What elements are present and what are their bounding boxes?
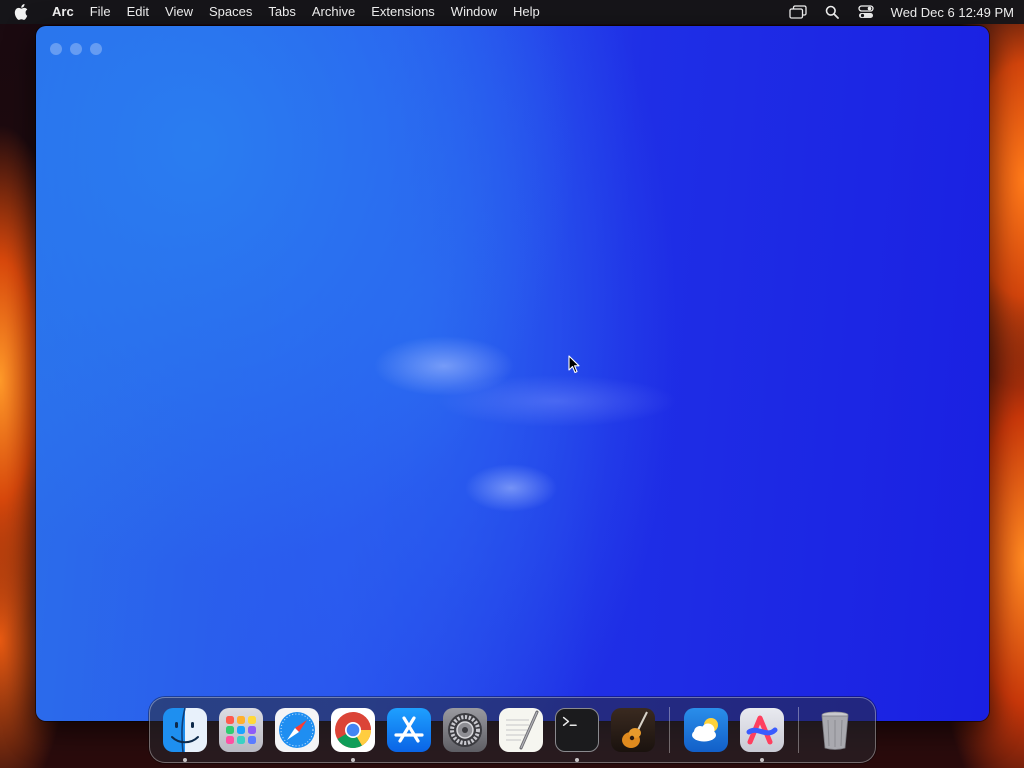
menu-bar: Arc File Edit View Spaces Tabs Archive E… <box>0 0 1024 24</box>
dock-item-weather[interactable] <box>678 697 734 763</box>
running-indicator <box>183 758 187 762</box>
menu-file[interactable]: File <box>82 0 119 24</box>
dock <box>149 697 876 763</box>
running-indicator <box>575 758 579 762</box>
mouse-cursor-icon <box>568 355 580 375</box>
menu-app-name[interactable]: Arc <box>40 0 82 24</box>
terminal-icon <box>555 708 599 752</box>
dock-item-system-settings[interactable] <box>437 697 493 763</box>
menu-help[interactable]: Help <box>505 0 548 24</box>
dock-item-terminal[interactable] <box>549 697 605 763</box>
running-indicator <box>760 758 764 762</box>
menu-archive[interactable]: Archive <box>304 0 363 24</box>
textedit-icon <box>499 708 543 752</box>
zoom-button[interactable] <box>90 43 102 55</box>
safari-icon <box>275 708 319 752</box>
dock-item-garageband[interactable] <box>605 697 661 763</box>
dock-item-safari[interactable] <box>269 697 325 763</box>
dock-item-chrome[interactable] <box>325 697 381 763</box>
menu-spaces[interactable]: Spaces <box>201 0 260 24</box>
dock-item-arc[interactable] <box>734 697 790 763</box>
menu-edit[interactable]: Edit <box>119 0 157 24</box>
garageband-icon <box>611 708 655 752</box>
menu-view[interactable]: View <box>157 0 201 24</box>
launchpad-icon <box>219 708 263 752</box>
finder-icon <box>163 708 207 752</box>
weather-icon <box>684 708 728 752</box>
arc-icon <box>740 708 784 752</box>
dock-item-trash[interactable] <box>807 697 863 763</box>
spotlight-search-icon[interactable] <box>817 0 847 24</box>
chrome-icon <box>331 708 375 752</box>
app-store-icon <box>387 708 431 752</box>
dock-item-textedit[interactable] <box>493 697 549 763</box>
system-settings-icon <box>443 708 487 752</box>
dock-item-finder[interactable] <box>157 697 213 763</box>
screen-mirroring-icon[interactable] <box>783 0 813 24</box>
window-controls <box>50 43 102 55</box>
menu-extensions[interactable]: Extensions <box>363 0 443 24</box>
minimize-button[interactable] <box>70 43 82 55</box>
menu-window[interactable]: Window <box>443 0 505 24</box>
dock-item-app-store[interactable] <box>381 697 437 763</box>
menu-tabs[interactable]: Tabs <box>260 0 303 24</box>
dock-separator <box>798 707 799 753</box>
dock-item-launchpad[interactable] <box>213 697 269 763</box>
dock-separator <box>669 707 670 753</box>
apple-menu-icon[interactable] <box>14 4 40 20</box>
trash-icon <box>813 708 857 752</box>
running-indicator <box>351 758 355 762</box>
control-center-icon[interactable] <box>851 0 881 24</box>
arc-window[interactable] <box>36 26 989 721</box>
menu-clock[interactable]: Wed Dec 6 12:49 PM <box>885 5 1014 20</box>
close-button[interactable] <box>50 43 62 55</box>
